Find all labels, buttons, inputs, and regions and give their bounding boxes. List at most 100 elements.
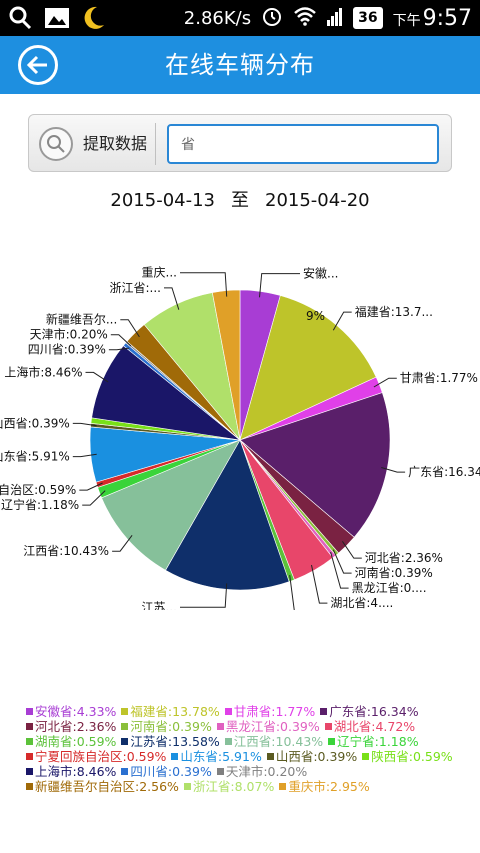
legend-item[interactable]: 浙江省:8.07% (183, 779, 275, 794)
legend-label: 山西省:0.39% (275, 749, 358, 764)
legend-swatch (121, 768, 129, 775)
callout-label-20: 浙江省:... (110, 281, 162, 295)
legend-row: 新疆维吾尔自治区:2.56% 浙江省:8.07% 重庆市:2.95% (26, 779, 466, 794)
back-arrow-icon (27, 55, 47, 75)
legend-swatch (362, 753, 370, 760)
legend-item[interactable]: 安徽省:4.33% (26, 704, 116, 719)
legend-item[interactable]: 黑龙江省:0.39% (216, 719, 320, 734)
moon-notification-icon (82, 5, 106, 35)
search-divider (155, 123, 156, 165)
legend-item[interactable]: 江苏省:13.58% (121, 734, 220, 749)
legend-item[interactable]: 重庆市:2.95% (279, 779, 370, 794)
legend-label: 福建省:13.78% (130, 704, 220, 719)
callout-label-9: 江苏... (142, 600, 177, 610)
legend-item[interactable]: 辽宁省:1.18% (328, 734, 419, 749)
clock: 下午9:57 (393, 6, 472, 31)
battery-indicator: 36 (353, 7, 383, 29)
legend-item[interactable]: 湖北省:4.72% (324, 719, 415, 734)
alarm-icon (261, 5, 283, 32)
clock-time: 9:57 (422, 5, 472, 31)
legend-swatch (121, 738, 129, 745)
legend-label: 山东省:5.91% (180, 749, 262, 764)
legend-swatch (121, 708, 129, 715)
legend-swatch (183, 783, 191, 790)
legend-item[interactable]: 山西省:0.39% (266, 749, 358, 764)
callout-label-6: 黑龙江省:0.... (352, 581, 427, 595)
legend-item[interactable]: 宁夏回族自治区:0.59% (26, 749, 166, 764)
notification-icons (8, 5, 106, 35)
legend-swatch (26, 768, 33, 775)
legend-item[interactable]: 四川省:0.39% (121, 764, 212, 779)
callout-label-19: 新疆维吾尔... (46, 312, 117, 327)
clock-ampm: 下午 (392, 12, 421, 29)
legend-label: 四川省:0.39% (130, 764, 212, 779)
legend-label: 安徽省:4.33% (35, 704, 117, 719)
start-date: 2015-04-13 (110, 190, 215, 211)
network-speed: 2.86K/s (183, 7, 252, 29)
legend-item[interactable]: 江西省:10.43% (224, 734, 324, 749)
legend-label: 上海市:8.46% (35, 764, 117, 779)
legend-label: 新疆维吾尔自治区:2.56% (35, 779, 179, 794)
end-date: 2015-04-20 (265, 190, 370, 211)
image-notification-icon (44, 6, 70, 34)
legend-swatch (324, 723, 332, 730)
province-input[interactable] (167, 124, 439, 164)
legend-label: 重庆市:2.95% (288, 779, 370, 794)
legend-swatch (26, 708, 33, 715)
legend-item[interactable]: 新疆维吾尔自治区:2.56% (26, 779, 179, 794)
callout-label-17: 四川省:0.39% (28, 343, 106, 357)
signal-icon (327, 6, 343, 31)
legend-item[interactable]: 湖南省:0.59% (26, 734, 116, 749)
vehicle-distribution-pie-chart: 安徽... 福建省:13.7... 甘肃省:1.77% 广东省:16.34% 河北省:2… (0, 266, 480, 610)
callout-label-3: 广东省:16.34% (408, 465, 480, 479)
legend-row: 河北省:2.36% 河南省:0.39% 黑龙江省:0.39% 湖北省:4.72% (26, 719, 466, 734)
callout-label-13: 山东省:5.91% (0, 450, 70, 464)
callout-label-18: 天津市:0.20% (30, 327, 108, 342)
legend-swatch (26, 753, 33, 760)
legend-item[interactable]: 山东省:5.91% (171, 749, 262, 764)
legend-swatch (26, 723, 33, 730)
legend-label: 陕西省:0.59% (371, 749, 453, 764)
search-bar: 提取数据 (28, 114, 452, 172)
callout-label-16: 上海市:8.46% (4, 364, 82, 379)
fetch-data-button[interactable]: 提取数据 (83, 115, 147, 173)
legend-swatch (216, 768, 224, 775)
legend-item[interactable]: 河南省:0.39% (121, 719, 212, 734)
legend-item[interactable]: 河北省:2.36% (26, 719, 116, 734)
callout-label-1: 福建省:13.7... (355, 304, 433, 319)
callout-label-12: 宁夏回族自治区:0.59% (0, 482, 76, 497)
legend-label: 甘肃省:1.77% (233, 704, 316, 719)
legend-item[interactable]: 甘肃省:1.77% (224, 704, 316, 719)
legend-swatch (121, 723, 129, 730)
legend-item[interactable]: 上海市:8.46% (26, 764, 116, 779)
callout-label-4: 河北省:2.36% (365, 551, 443, 565)
callout-label-11: 辽宁省:1.18% (1, 497, 79, 512)
legend-swatch (224, 708, 232, 715)
legend-item[interactable]: 陕西省:0.59% (362, 749, 453, 764)
callout-label-2: 甘肃省:1.77% (400, 371, 478, 385)
page-title: 在线车辆分布 (165, 51, 315, 79)
legend-swatch (216, 723, 224, 730)
legend-label: 辽宁省:1.18% (337, 734, 419, 749)
legend-swatch (26, 783, 33, 790)
status-bar: 2.86K/s 36 下午9:57 (0, 0, 480, 36)
legend-swatch (171, 753, 179, 760)
legend-label: 江西省:10.43% (233, 734, 324, 749)
legend-item[interactable]: 天津市:0.20% (216, 764, 308, 779)
callout-label-21: 重庆... (142, 266, 177, 280)
legend-swatch (328, 738, 336, 745)
callout-label-14: 山西省:0.39% (0, 416, 70, 430)
system-status: 2.86K/s 36 下午9:57 (184, 0, 472, 36)
callout-label-5: 河南省:0.39% (355, 565, 433, 580)
legend-item[interactable]: 广东省:16.34% (320, 704, 419, 719)
back-button[interactable] (18, 45, 58, 85)
legend-label: 浙江省:8.07% (192, 779, 275, 794)
chart-legend: 安徽省:4.33% 福建省:13.78% 甘肃省:1.77% 广东省:16.34% 河北… (26, 704, 466, 794)
legend-label: 宁夏回族自治区:0.59% (35, 749, 167, 764)
legend-item[interactable]: 福建省:13.78% (121, 704, 220, 719)
legend-row: 湖南省:0.59% 江苏省:13.58% 江西省:10.43% 辽宁省:1.18% (26, 734, 466, 749)
legend-row: 宁夏回族自治区:0.59% 山东省:5.91% 山西省:0.39% 陕西省:0.59% (26, 749, 466, 764)
legend-label: 天津市:0.20% (225, 764, 308, 779)
legend-label: 河北省:2.36% (35, 719, 117, 734)
search-icon[interactable] (39, 127, 73, 161)
